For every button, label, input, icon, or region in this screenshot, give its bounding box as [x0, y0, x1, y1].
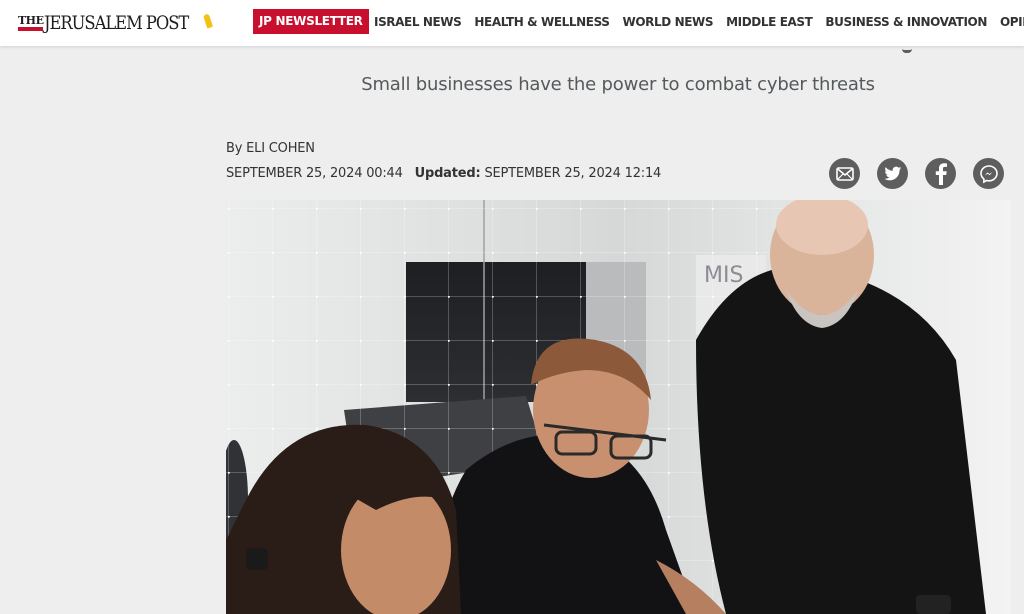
main-nav: ISRAEL NEWS HEALTH & WELLNESS WORLD NEWS…: [374, 0, 1024, 44]
site-header: THE JERUSALEM POST JP NEWSLETTER ISRAEL …: [0, 0, 1024, 46]
newsletter-button[interactable]: JP NEWSLETTER: [253, 9, 369, 34]
messenger-icon[interactable]: [973, 158, 1004, 189]
nav-opinion[interactable]: OPINION: [1000, 15, 1024, 29]
byline: By ELI COHEN: [226, 141, 315, 156]
article-dates: SEPTEMBER 25, 2024 00:44 Updated: SEPTEM…: [226, 166, 661, 181]
article-subtitle: Small businesses have the power to comba…: [361, 74, 875, 95]
nav-israel-news[interactable]: ISRAEL NEWS: [374, 15, 462, 29]
share-bar: [829, 158, 1004, 189]
facebook-icon[interactable]: [925, 158, 956, 189]
nav-business-innovation[interactable]: BUSINESS & INNOVATION: [825, 15, 987, 29]
logo-name: JERUSALEM POST: [44, 12, 189, 34]
photo-illustration: MIS: [226, 200, 1011, 614]
site-logo[interactable]: THE JERUSALEM POST: [18, 9, 214, 37]
nav-health-wellness[interactable]: HEALTH & WELLNESS: [474, 15, 610, 29]
nav-world-news[interactable]: WORLD NEWS: [623, 15, 714, 29]
yellow-ribbon-icon: [202, 13, 214, 29]
published-date: SEPTEMBER 25, 2024 00:44: [226, 166, 403, 181]
twitter-icon[interactable]: [877, 158, 908, 189]
email-icon[interactable]: [829, 158, 860, 189]
nav-middle-east[interactable]: MIDDLE EAST: [726, 15, 813, 29]
updated-date: SEPTEMBER 25, 2024 12:14: [484, 166, 662, 181]
logo-the: THE: [18, 15, 44, 31]
author-link[interactable]: ELI COHEN: [246, 141, 315, 156]
article-photo[interactable]: MIS: [226, 200, 1011, 614]
updated-label: Updated:: [414, 166, 481, 181]
byline-prefix: By: [226, 141, 243, 156]
